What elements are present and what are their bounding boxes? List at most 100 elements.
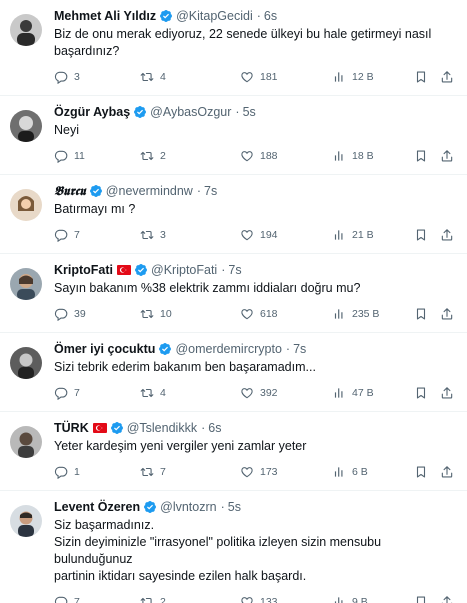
retweet-button[interactable]: 4 bbox=[140, 386, 240, 400]
like-button[interactable]: 181 bbox=[240, 70, 332, 84]
retweet-button[interactable]: 7 bbox=[140, 465, 240, 479]
retweet-button[interactable]: 4 bbox=[140, 70, 240, 84]
reply-icon bbox=[54, 149, 68, 163]
tweet[interactable]: 𝕭𝖚𝖗𝖈𝖚 @nevermindnw · 7s Batırmayı mı ? 7 3 194 2… bbox=[0, 181, 467, 254]
bookmark-button[interactable] bbox=[414, 149, 440, 163]
like-button[interactable]: 392 bbox=[240, 386, 332, 400]
avatar[interactable] bbox=[10, 14, 42, 46]
like-count: 181 bbox=[260, 71, 278, 83]
handle[interactable]: @omerdemircrypto bbox=[175, 342, 281, 356]
handle[interactable]: @Tslendikkk bbox=[127, 421, 197, 435]
avatar[interactable] bbox=[10, 268, 42, 300]
tweet-header: KriptoFati @KriptoFati · 7s bbox=[54, 260, 457, 280]
timestamp[interactable]: 6s bbox=[208, 421, 221, 435]
display-name[interactable]: Levent Özeren bbox=[54, 500, 140, 514]
reply-icon bbox=[54, 307, 68, 321]
display-name[interactable]: Mehmet Ali Yıldız bbox=[54, 9, 156, 23]
tweet[interactable]: TÜRK @Tslendikkk · 6s Yeter kardeşim yeni ve… bbox=[0, 418, 467, 491]
views-button[interactable]: 12 B bbox=[332, 70, 414, 84]
retweet-button[interactable]: 3 bbox=[140, 228, 240, 242]
tweet-text: Siz başarmadınız. Sizin deyiminizle "irra… bbox=[54, 517, 457, 585]
retweet-button[interactable]: 2 bbox=[140, 595, 240, 603]
bookmark-button[interactable] bbox=[414, 465, 440, 479]
views-count: 12 B bbox=[352, 71, 374, 83]
handle[interactable]: @AybasOzgur bbox=[150, 105, 231, 119]
like-button[interactable]: 133 bbox=[240, 595, 332, 603]
bookmark-button[interactable] bbox=[414, 386, 440, 400]
like-button[interactable]: 188 bbox=[240, 149, 332, 163]
avatar[interactable] bbox=[10, 189, 42, 221]
timestamp[interactable]: 6s bbox=[264, 9, 277, 23]
bookmark-icon bbox=[414, 595, 428, 603]
bookmark-button[interactable] bbox=[414, 595, 440, 603]
reply-button[interactable]: 1 bbox=[54, 465, 140, 479]
like-button[interactable]: 618 bbox=[240, 307, 332, 321]
display-name[interactable]: KriptoFati bbox=[54, 263, 113, 277]
views-button[interactable]: 235 B bbox=[332, 307, 414, 321]
share-button[interactable] bbox=[440, 465, 454, 479]
reply-button[interactable]: 11 bbox=[54, 149, 140, 163]
reply-button[interactable]: 7 bbox=[54, 386, 140, 400]
timestamp[interactable]: 5s bbox=[243, 105, 256, 119]
reply-button[interactable]: 3 bbox=[54, 70, 140, 84]
tweet-text: Batırmayı mı ? bbox=[54, 201, 457, 218]
tweet[interactable]: Özgür Aybaş @AybasOzgur · 5s Neyi 11 2 188 18 B bbox=[0, 102, 467, 175]
views-button[interactable]: 6 B bbox=[332, 465, 414, 479]
retweet-button[interactable]: 10 bbox=[140, 307, 240, 321]
display-name[interactable]: Özgür Aybaş bbox=[54, 105, 130, 119]
reply-count: 7 bbox=[74, 229, 80, 241]
share-icon bbox=[440, 595, 454, 603]
tweet[interactable]: Levent Özeren @lvntozrn · 5s Siz başarmadını… bbox=[0, 497, 467, 603]
views-count: 21 B bbox=[352, 229, 374, 241]
like-icon bbox=[240, 149, 254, 163]
avatar[interactable] bbox=[10, 505, 42, 537]
like-count: 392 bbox=[260, 387, 278, 399]
avatar[interactable] bbox=[10, 347, 42, 379]
tweet[interactable]: Mehmet Ali Yıldız @KitapGecidi · 6s Biz de o… bbox=[0, 6, 467, 96]
reply-button[interactable]: 7 bbox=[54, 228, 140, 242]
bookmark-button[interactable] bbox=[414, 307, 440, 321]
timestamp[interactable]: 7s bbox=[204, 184, 217, 198]
share-button[interactable] bbox=[440, 70, 454, 84]
views-button[interactable]: 21 B bbox=[332, 228, 414, 242]
like-count: 194 bbox=[260, 229, 278, 241]
reply-button[interactable]: 7 bbox=[54, 595, 140, 603]
retweet-button[interactable]: 2 bbox=[140, 149, 240, 163]
display-name[interactable]: 𝕭𝖚𝖗𝖈𝖚 bbox=[54, 183, 86, 199]
separator-dot: · bbox=[220, 500, 225, 514]
avatar[interactable] bbox=[10, 426, 42, 458]
reply-icon bbox=[54, 386, 68, 400]
views-button[interactable]: 18 B bbox=[332, 149, 414, 163]
tweet-header: Ömer iyi çocuktu @omerdemircrypto · 7s bbox=[54, 339, 457, 359]
share-button[interactable] bbox=[440, 228, 454, 242]
reply-button[interactable]: 39 bbox=[54, 307, 140, 321]
avatar[interactable] bbox=[10, 110, 42, 142]
timestamp[interactable]: 7s bbox=[293, 342, 306, 356]
display-name[interactable]: TÜRK bbox=[54, 421, 89, 435]
handle[interactable]: @lvntozrn bbox=[160, 500, 216, 514]
bookmark-button[interactable] bbox=[414, 70, 440, 84]
verified-badge-icon bbox=[89, 184, 103, 198]
display-name[interactable]: Ömer iyi çocuktu bbox=[54, 342, 155, 356]
tweet[interactable]: KriptoFati @KriptoFati · 7s Sayın bakanım %3… bbox=[0, 260, 467, 333]
timestamp[interactable]: 5s bbox=[228, 500, 241, 514]
views-button[interactable]: 9 B bbox=[332, 595, 414, 603]
separator-dot: · bbox=[256, 9, 261, 23]
share-button[interactable] bbox=[440, 149, 454, 163]
separator-dot: · bbox=[235, 105, 240, 119]
handle[interactable]: @KitapGecidi bbox=[176, 9, 253, 23]
handle[interactable]: @nevermindnw bbox=[106, 184, 193, 198]
share-button[interactable] bbox=[440, 307, 454, 321]
timestamp[interactable]: 7s bbox=[228, 263, 241, 277]
handle[interactable]: @KriptoFati bbox=[151, 263, 217, 277]
share-button[interactable] bbox=[440, 386, 454, 400]
views-count: 9 B bbox=[352, 596, 368, 603]
bookmark-button[interactable] bbox=[414, 228, 440, 242]
verified-badge-icon bbox=[110, 421, 124, 435]
tweet[interactable]: Ömer iyi çocuktu @omerdemircrypto · 7s Sizi … bbox=[0, 339, 467, 412]
share-button[interactable] bbox=[440, 595, 454, 603]
views-button[interactable]: 47 B bbox=[332, 386, 414, 400]
like-button[interactable]: 194 bbox=[240, 228, 332, 242]
like-button[interactable]: 173 bbox=[240, 465, 332, 479]
reply-icon bbox=[54, 70, 68, 84]
